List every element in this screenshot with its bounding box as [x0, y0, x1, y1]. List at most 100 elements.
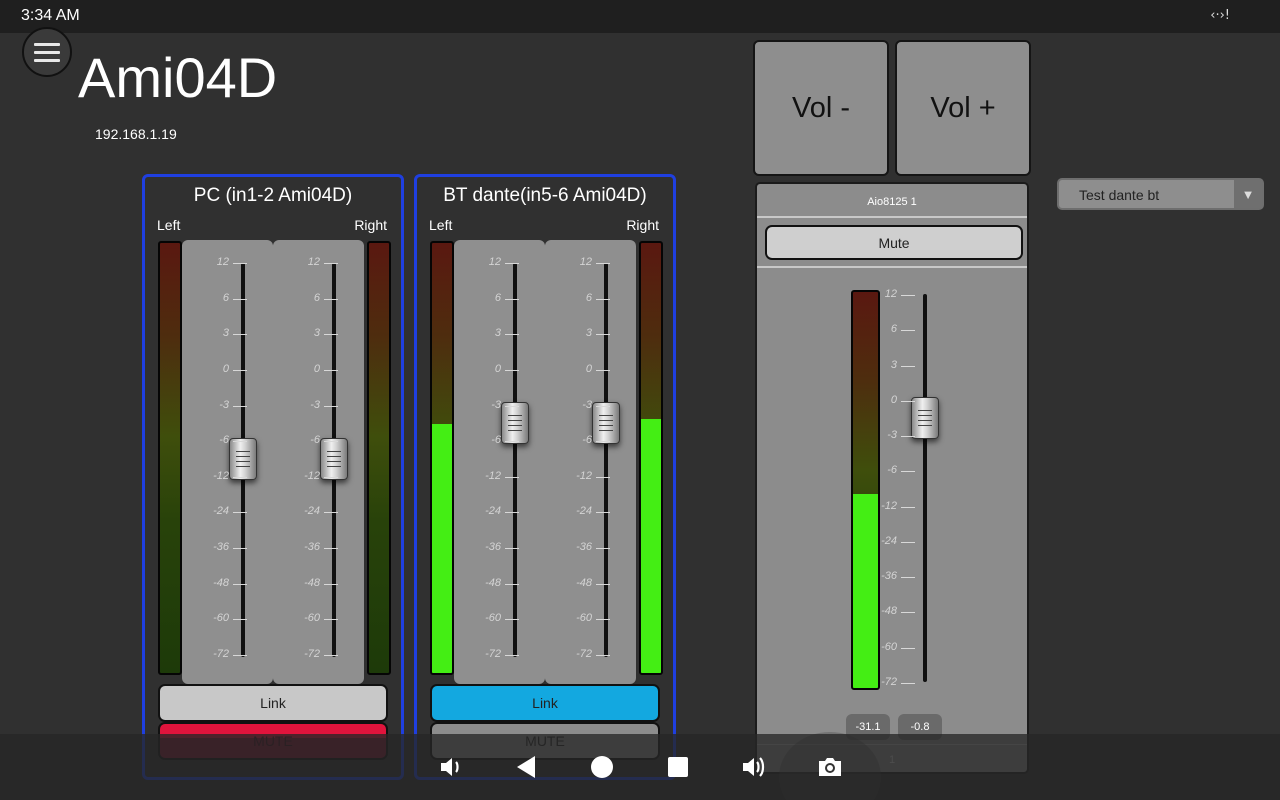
volume-up-button[interactable]: Vol + — [895, 40, 1031, 176]
scale-label: -12 — [304, 469, 320, 482]
scale-label: -48 — [576, 576, 592, 589]
scale-label: -48 — [213, 576, 229, 589]
scale-label: -36 — [213, 541, 229, 554]
scale-line — [596, 369, 610, 371]
scale-line — [505, 655, 519, 656]
fader-knob-left[interactable] — [501, 402, 529, 445]
scale-label: -3 — [219, 398, 229, 411]
scale-label: -12 — [881, 499, 897, 512]
scale-line — [233, 441, 247, 443]
scale-label: -36 — [576, 541, 592, 554]
scale-line — [233, 369, 247, 371]
scale-line — [505, 583, 519, 585]
group-title: BT dante(in5-6 Ami04D) — [443, 185, 647, 206]
scale-line — [505, 405, 519, 407]
scale-line — [233, 548, 247, 550]
scale-line — [505, 548, 519, 550]
scale-line — [505, 476, 519, 478]
left-label: Left — [429, 217, 453, 233]
scale-label: 0 — [313, 362, 320, 375]
volume-down-icon[interactable] — [436, 752, 466, 782]
scale-label: 3 — [494, 327, 501, 340]
scale-line — [596, 476, 610, 478]
scale-label: -3 — [582, 398, 592, 411]
fader-strip-right: 12 6 3 0 -3 -6 -12 -24 -36 -48 -60 -72 — [273, 240, 364, 684]
scale-label: -36 — [881, 570, 897, 583]
scale-line — [505, 441, 519, 443]
fader-knob-right[interactable] — [320, 438, 348, 480]
left-label: Left — [157, 217, 181, 233]
scale-label: -6 — [219, 434, 229, 447]
back-icon[interactable] — [511, 752, 541, 782]
fader-strip-right: 12 6 3 0 -3 -6 -12 -24 -36 -48 -60 -72 — [545, 240, 636, 684]
scale-line — [505, 512, 519, 514]
device-name: Ami04D — [78, 46, 278, 109]
scale-label: -6 — [491, 434, 501, 447]
link-button[interactable]: Link — [430, 684, 660, 722]
fader-knob-left[interactable] — [229, 438, 257, 480]
scale-line — [596, 334, 610, 336]
scale-line — [901, 506, 915, 508]
scale-label: -24 — [213, 505, 229, 518]
scale-label: 3 — [222, 327, 229, 340]
scale-line — [596, 263, 610, 264]
scale-line — [596, 548, 610, 550]
right-label: Right — [626, 217, 659, 233]
scale-line — [596, 619, 610, 621]
scale-label: 0 — [585, 362, 592, 375]
scale-line — [901, 330, 915, 332]
scale-label: 0 — [494, 362, 501, 375]
scale-line — [324, 655, 338, 656]
scale-line — [901, 612, 915, 614]
scale-label: 0 — [222, 362, 229, 375]
scale-line — [901, 647, 915, 649]
scale-line — [901, 436, 915, 438]
scale-line — [596, 655, 610, 656]
fader-strip-left: 12 6 3 0 -3 -6 -12 -24 -36 -48 -60 -72 — [182, 240, 273, 684]
scale-label: -24 — [576, 505, 592, 518]
scale-line — [901, 577, 915, 579]
scale-line — [901, 295, 915, 296]
scale-label: -72 — [485, 648, 501, 660]
link-button[interactable]: Link — [158, 684, 388, 722]
scale-line — [901, 365, 915, 367]
scale-label: -24 — [485, 505, 501, 518]
scale-label: -48 — [485, 576, 501, 589]
scale-label: -60 — [485, 612, 501, 625]
home-icon[interactable] — [587, 752, 617, 782]
scale-label: 6 — [313, 291, 320, 304]
scale-line — [505, 619, 519, 621]
scale-label: -48 — [304, 576, 320, 589]
source-select-value: Test dante bt — [1079, 187, 1160, 203]
scale-line — [505, 263, 519, 264]
device-ip: 192.168.1.19 — [95, 126, 177, 142]
scale-line — [901, 541, 915, 543]
scale-label: -12 — [485, 469, 501, 482]
scale-line — [233, 263, 247, 264]
scale-line — [324, 441, 338, 443]
zone-fader-track — [923, 294, 927, 682]
menu-button[interactable] — [22, 27, 72, 77]
source-select[interactable]: Test dante bt ▼ — [1057, 178, 1264, 210]
scale-label: -72 — [213, 648, 229, 660]
scale-line — [233, 512, 247, 514]
camera-icon[interactable] — [815, 752, 845, 782]
scale-line — [324, 548, 338, 550]
zone-mute-button[interactable]: Mute — [765, 225, 1023, 260]
fader-knob-right[interactable] — [592, 402, 620, 445]
scale-line — [324, 619, 338, 621]
scale-label: 12 — [884, 288, 897, 300]
level-meter-left — [430, 241, 454, 675]
recents-icon[interactable] — [663, 752, 693, 782]
volume-up-icon[interactable] — [739, 752, 769, 782]
zone-fader-knob[interactable] — [911, 397, 939, 440]
scale-line — [901, 683, 915, 684]
scale-label: -36 — [304, 541, 320, 554]
scale-line — [233, 405, 247, 407]
volume-down-button[interactable]: Vol - — [753, 40, 889, 176]
scale-line — [324, 334, 338, 336]
scale-line — [233, 298, 247, 300]
scale-label: 6 — [494, 291, 501, 304]
scale-label: -60 — [213, 612, 229, 625]
scale-line — [324, 263, 338, 264]
